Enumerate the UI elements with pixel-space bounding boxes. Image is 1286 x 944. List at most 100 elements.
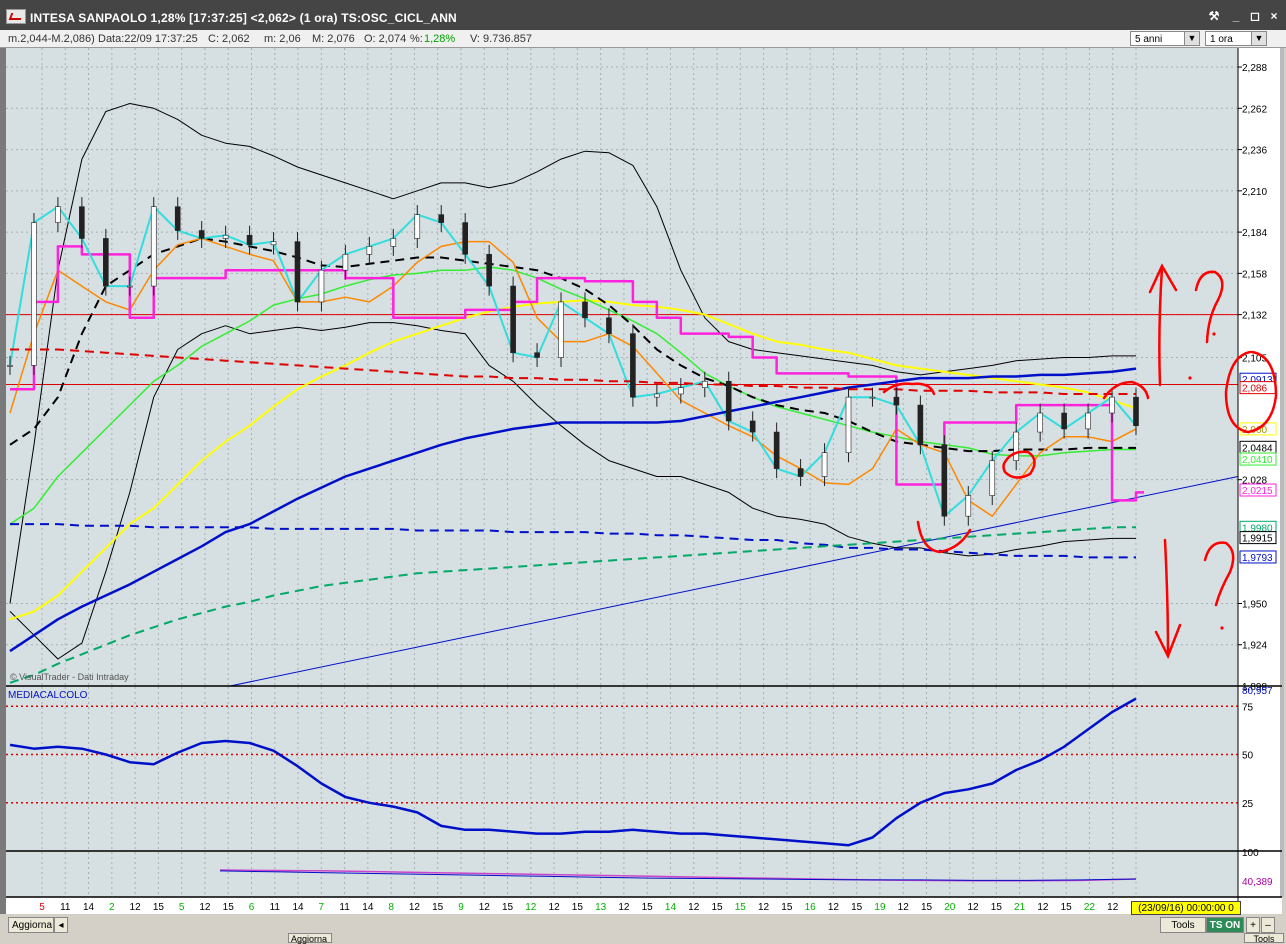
zoom-in-button[interactable]: +: [1246, 917, 1260, 933]
x-tick-label: 21: [1014, 902, 1026, 913]
x-tick-label: 12: [549, 902, 561, 913]
value-label: 2,086: [1242, 384, 1267, 395]
candle-body: [438, 214, 445, 223]
x-tick-label: 5: [179, 902, 185, 913]
bottom-date-label: (23/09/16) 00:00:00 0: [1131, 901, 1241, 915]
candle-body: [678, 387, 684, 395]
x-tick-label: 5: [39, 902, 45, 913]
x-tick-label: 15: [1061, 902, 1073, 913]
x-tick-label: 12: [968, 902, 980, 913]
candle-body: [294, 241, 301, 303]
candle-body: [869, 396, 876, 399]
x-tick-label: 15: [991, 902, 1003, 913]
x-tick-label: 19: [874, 902, 886, 913]
x-tick-label: 15: [735, 902, 747, 913]
x-tick-label: 9: [458, 902, 464, 913]
candle-body: [174, 206, 181, 231]
x-tick-label: 15: [642, 902, 654, 913]
x-tick-label: 15: [921, 902, 933, 913]
candle-body: [965, 495, 972, 517]
value-label: 2,0215: [1242, 486, 1273, 497]
candle-body: [1109, 396, 1115, 414]
candle-body: [1013, 431, 1020, 461]
oscillator-panel-bg: [6, 687, 1238, 851]
x-tick-label: 12: [199, 902, 211, 913]
candle-body: [917, 404, 924, 446]
candle-body: [79, 206, 85, 239]
oscillator-tick-label: 25: [1242, 799, 1254, 810]
x-tick-label: 12: [688, 902, 700, 913]
x-tick-label: 12: [525, 902, 537, 913]
x-tick-label: 14: [292, 902, 304, 913]
annotation-dot: [1188, 376, 1192, 380]
x-tick-label: 11: [270, 902, 281, 913]
candle-body: [246, 234, 253, 246]
y-tick-label: 2,288: [1242, 63, 1267, 74]
x-tick-label: 14: [665, 902, 677, 913]
value-label: 1,9915: [1242, 534, 1273, 545]
y-tick-label: 2,262: [1242, 104, 1267, 115]
x-tick-label: 15: [432, 902, 444, 913]
candle-body: [222, 234, 229, 239]
x-tick-label: 20: [944, 902, 956, 913]
x-tick-label: 12: [898, 902, 910, 913]
candle-body: [1061, 412, 1067, 430]
tools-button[interactable]: Tools: [1160, 917, 1206, 933]
scroll-left-button[interactable]: ◂: [54, 917, 68, 933]
candle-body: [1133, 396, 1139, 427]
x-tick-label: 12: [479, 902, 491, 913]
x-tick-label: 12: [828, 902, 840, 913]
candle-body: [7, 365, 13, 367]
indicator-label: MEDIACALCOLO: [8, 690, 88, 701]
status-bar: Aggiorna ◂ Aggiorna (23/09/16) 00:00:00 …: [0, 901, 1286, 944]
x-tick-label: 22: [1084, 902, 1096, 913]
oscillator-tick-label: 50: [1242, 751, 1254, 762]
value-label: 2,0410: [1242, 455, 1273, 466]
price-chart: 5 11 14 2 12 15 5 12 15 6 11 14 7 11 14 8 12 15 9 12 15 12 12 1…: [6, 48, 1284, 914]
candle-body: [654, 393, 660, 398]
oscillator-tick-label: 75: [1242, 702, 1254, 713]
x-tick-label: 15: [572, 902, 584, 913]
oscillator2-panel-bg: [6, 852, 1238, 897]
value-label: 1,9793: [1242, 553, 1273, 564]
x-tick-label: 12: [409, 902, 421, 913]
x-tick-label: 11: [60, 902, 71, 913]
y-tick-label: 1,924: [1242, 641, 1267, 652]
x-tick-label: 11: [339, 902, 350, 913]
x-tick-label: 6: [249, 902, 255, 913]
candle-body: [630, 333, 636, 398]
candle-body: [342, 254, 349, 271]
candle-body: [390, 238, 397, 247]
candle-body: [821, 452, 828, 477]
x-tick-label: 16: [805, 902, 817, 913]
candle-body: [103, 238, 109, 287]
update-button[interactable]: Aggiorna: [8, 917, 54, 933]
candle-body: [845, 396, 852, 454]
y-tick-label: 2,210: [1242, 187, 1267, 198]
x-tick-label: 12: [618, 902, 630, 913]
candle-body: [198, 230, 205, 239]
candle-body: [725, 380, 732, 422]
candle-body: [773, 431, 780, 469]
zoom-out-button[interactable]: –: [1261, 917, 1275, 933]
candle-body: [797, 468, 804, 477]
y-tick-label: 2,184: [1242, 228, 1267, 239]
x-tick-label: 15: [223, 902, 235, 913]
ts-on-button[interactable]: TS ON: [1206, 917, 1244, 933]
price-axis-bg: [1238, 48, 1282, 897]
x-tick-label: 15: [851, 902, 863, 913]
candle-body: [606, 317, 612, 334]
x-tick-label: 15: [502, 902, 514, 913]
x-tick-label: 15: [781, 902, 793, 913]
x-tick-label: 12: [758, 902, 770, 913]
candle-body: [749, 420, 756, 433]
candle-body: [126, 285, 133, 288]
indicator-value: 80,957: [1242, 686, 1273, 697]
candle-body: [534, 352, 540, 358]
candle-body: [701, 380, 708, 388]
candle-body: [270, 241, 277, 246]
x-tick-label: 8: [388, 902, 394, 913]
candle-body: [366, 246, 373, 255]
y-tick-label: 2,236: [1242, 146, 1267, 157]
candle-body: [1037, 412, 1043, 433]
